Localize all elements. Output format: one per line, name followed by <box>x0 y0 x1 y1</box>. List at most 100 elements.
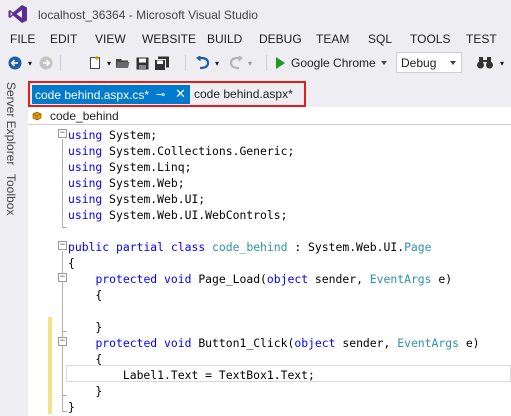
collapse-icon[interactable]: − <box>58 273 67 282</box>
code-line[interactable]: using System.Linq; <box>68 159 191 175</box>
code-line[interactable]: using System.Web.UI; <box>68 191 205 207</box>
code-token: Label1.Text = TextBox1.Text; <box>68 368 315 382</box>
code-line[interactable]: using System.Collections.Generic; <box>68 143 294 159</box>
save-button[interactable] <box>133 53 151 73</box>
open-folder-icon <box>115 58 129 68</box>
menu-edit[interactable]: EDIT <box>50 32 77 46</box>
redo-button[interactable] <box>227 53 245 73</box>
menu-bar: FILE EDIT VIEW WEBSITE BUILD DEBUG TEAM … <box>0 28 511 50</box>
start-debugging-button[interactable]: Google Chrome <box>276 53 387 73</box>
browser-label: Google Chrome <box>291 56 376 70</box>
menu-tools[interactable]: TOOLS <box>410 32 450 46</box>
keyword-token: public <box>68 240 110 254</box>
menu-debug[interactable]: DEBUG <box>259 32 302 46</box>
keyword-token: using <box>68 176 103 190</box>
solution-configuration-dropdown[interactable]: Debug <box>396 52 462 73</box>
code-line[interactable]: public partial class code_behind : Syste… <box>68 239 432 255</box>
toolbar-overflow-icon[interactable]: ▾ <box>497 53 507 73</box>
code-token: { <box>68 352 103 366</box>
change-indicator <box>48 317 52 414</box>
keyword-token: void <box>164 272 192 286</box>
code-line[interactable]: Label1.Text = TextBox1.Text; <box>68 367 315 383</box>
config-value: Debug <box>401 55 437 70</box>
menu-sql[interactable]: SQL <box>368 32 392 46</box>
tab-code-behind-aspx[interactable]: code behind.aspx* <box>194 87 293 101</box>
play-icon <box>276 57 285 69</box>
tab-label: code behind.aspx.cs* <box>35 87 150 102</box>
class-icon <box>32 111 42 121</box>
save-all-button[interactable] <box>152 53 172 73</box>
server-explorer-tab[interactable]: Server Explorer <box>4 82 18 165</box>
code-line[interactable]: } <box>68 319 102 335</box>
code-token: System.Web; <box>102 176 185 190</box>
new-file-icon <box>90 56 100 69</box>
keyword-token: object <box>266 272 309 286</box>
code-line[interactable]: protected void Page_Load(object sender, … <box>68 271 452 287</box>
code-line[interactable]: } <box>68 383 102 399</box>
code-token: System.Web.UI.WebControls; <box>102 208 288 222</box>
keyword-token: void <box>164 336 192 350</box>
code-line[interactable]: protected void Button1_Click(object send… <box>68 335 479 351</box>
chevron-down-icon <box>380 61 387 65</box>
redo-dropdown-icon[interactable]: ▾ <box>246 53 254 73</box>
forward-arrow-icon <box>39 56 53 70</box>
keyword-token: partial <box>116 240 165 254</box>
code-token: System.Linq; <box>102 160 192 174</box>
back-dropdown-icon[interactable]: ▾ <box>25 53 35 73</box>
chevron-down-icon <box>450 61 456 65</box>
code-line[interactable]: using System.Web; <box>68 175 185 191</box>
code-editor[interactable]: − − − − using System; using System.Collec… <box>28 125 511 416</box>
code-token: } <box>68 320 103 334</box>
menu-file[interactable]: FILE <box>10 32 35 46</box>
collapse-icon[interactable]: − <box>58 129 67 138</box>
fold-guide <box>62 411 67 412</box>
close-icon[interactable]: ✕ <box>175 86 186 102</box>
code-line[interactable]: { <box>68 287 102 303</box>
undo-dropdown-icon[interactable]: ▾ <box>213 53 221 73</box>
code-token: Button1_Click( <box>191 336 295 350</box>
pin-icon[interactable]: ⊸ <box>156 88 165 101</box>
class-name: code_behind <box>50 109 119 123</box>
code-token: sender, <box>308 272 370 286</box>
code-line[interactable]: { <box>68 255 75 271</box>
redo-icon <box>229 56 243 70</box>
menu-team[interactable]: TEAM <box>316 32 349 46</box>
find-in-files-button[interactable] <box>474 53 496 73</box>
code-token: System.Collections.Generic; <box>102 144 295 158</box>
forward-button[interactable] <box>37 53 55 73</box>
collapse-icon[interactable]: − <box>58 337 67 346</box>
save-icon <box>136 57 148 69</box>
code-line[interactable]: } <box>68 399 75 415</box>
title-bar: localhost_36364 - Microsoft Visual Studi… <box>0 0 511 28</box>
menu-test[interactable]: TEST <box>466 32 497 46</box>
collapse-icon[interactable]: − <box>58 241 67 250</box>
navigation-bar[interactable]: code_behind <box>28 107 511 125</box>
code-token: System.Web.UI; <box>102 192 206 206</box>
undo-button[interactable] <box>194 53 212 73</box>
toolbar-separator <box>185 55 186 71</box>
fold-guide <box>62 331 67 332</box>
keyword-token: using <box>68 208 103 222</box>
menu-website[interactable]: WEBSITE <box>142 32 196 46</box>
menu-build[interactable]: BUILD <box>207 32 242 46</box>
toolbar: ▾ ▾ ▾ ▾ Google Chrome Debug ▾ <box>0 50 511 76</box>
new-dropdown-icon[interactable]: ▾ <box>105 53 113 73</box>
menu-view[interactable]: VIEW <box>95 32 126 46</box>
code-line[interactable]: { <box>68 351 102 367</box>
code-token: : System.Web.UI. <box>287 240 405 254</box>
tab-code-behind-aspx-cs[interactable]: code behind.aspx.cs* ⊸ ✕ <box>32 85 190 104</box>
code-line[interactable]: using System.Web.UI.WebControls; <box>68 207 287 223</box>
back-button[interactable] <box>6 53 24 73</box>
type-token: Page <box>404 240 432 254</box>
new-project-button[interactable] <box>86 53 104 73</box>
open-button[interactable] <box>113 53 131 73</box>
keyword-token: protected <box>95 336 158 350</box>
toolbar-separator <box>266 55 267 71</box>
code-token: sender, <box>335 336 398 350</box>
code-line[interactable]: using System; <box>68 127 157 143</box>
toolbox-tab[interactable]: Toolbox <box>4 174 18 215</box>
type-token: EventArgs <box>369 272 432 286</box>
